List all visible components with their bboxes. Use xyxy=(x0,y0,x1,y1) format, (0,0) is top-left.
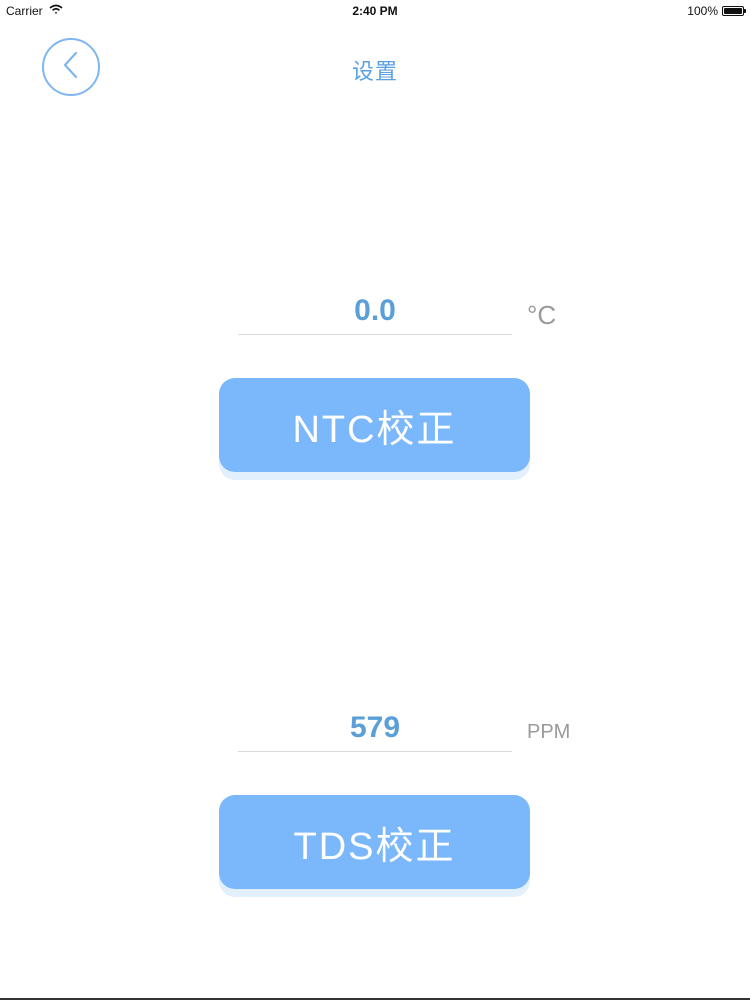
battery-percentage: 100% xyxy=(687,4,718,18)
ntc-unit-label: °C xyxy=(527,300,557,330)
status-time: 2:40 PM xyxy=(352,4,398,18)
ntc-calibrate-button[interactable]: NTC校正 xyxy=(219,378,530,472)
tds-value-field[interactable]: 579 xyxy=(238,711,512,752)
status-right: 100% xyxy=(687,4,746,18)
battery-fill xyxy=(724,8,742,14)
battery-icon xyxy=(722,6,746,16)
ntc-value-field[interactable]: 0.0 xyxy=(238,294,512,335)
status-bar: Carrier 2:40 PM 100% xyxy=(0,0,750,22)
page-title: 设置 xyxy=(351,59,398,84)
tds-unit-label: PPM xyxy=(527,721,571,743)
tds-calibrate-button[interactable]: TDS校正 xyxy=(219,795,530,889)
